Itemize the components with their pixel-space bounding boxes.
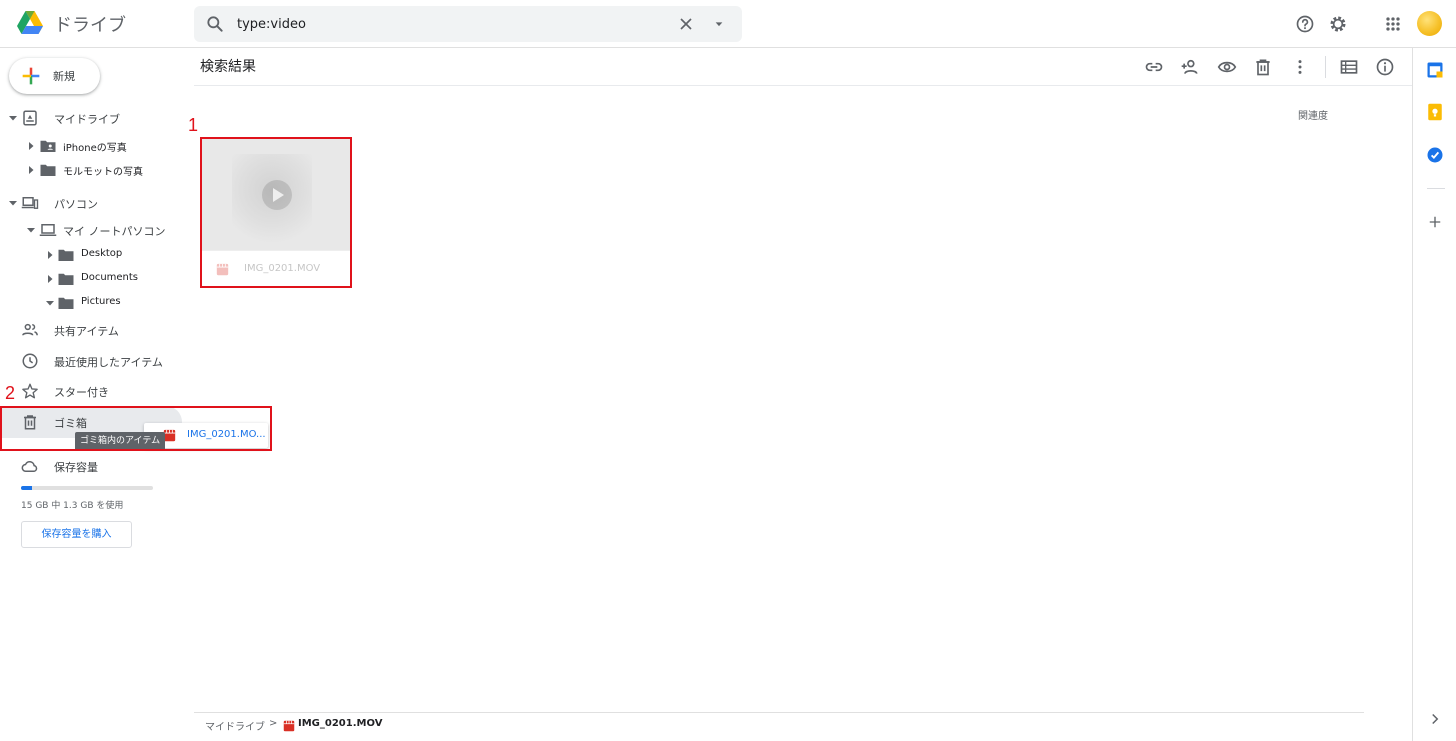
storage-usage-text: 15 GB 中 1.3 GB を使用	[21, 501, 124, 511]
account-avatar[interactable]	[1417, 11, 1442, 36]
sidebar-item-label: パソコン	[54, 198, 98, 211]
sidebar-item-label: 共有アイテム	[54, 325, 119, 338]
expand-arrow-icon[interactable]	[24, 139, 38, 153]
more-vert-icon[interactable]	[1290, 57, 1310, 77]
toolbar-divider-line	[194, 85, 1412, 86]
sidebar-item-starred[interactable]: スター付き	[0, 379, 194, 403]
sidebar-item-shared[interactable]: 共有アイテム	[0, 318, 194, 342]
link-icon[interactable]	[1144, 57, 1164, 77]
sidebar: 新規 マイドライブ iPhoneの写真 モルモットの写真 パソコン マイ ノート…	[0, 48, 268, 741]
sidebar-item-my-drive[interactable]: マイドライブ	[0, 106, 194, 130]
breadcrumb-root[interactable]: マイドライブ	[205, 718, 265, 733]
footer-divider	[194, 712, 1364, 713]
toolbar-divider	[1325, 56, 1326, 78]
sidebar-item-desktop[interactable]: Desktop	[0, 243, 194, 267]
sidebar-item-label: マイドライブ	[54, 113, 120, 126]
keep-icon[interactable]	[1426, 103, 1444, 121]
add-addon-icon[interactable]	[1426, 213, 1444, 231]
collapse-arrow-icon[interactable]	[6, 111, 20, 125]
eye-icon[interactable]	[1217, 57, 1237, 77]
side-panel-rail	[1412, 48, 1456, 741]
sidebar-item-label: iPhoneの写真	[63, 143, 127, 154]
collapse-arrow-icon[interactable]	[6, 196, 20, 210]
top-bar: ドライブ	[0, 0, 1456, 48]
laptop-icon	[39, 224, 57, 236]
annotation-number-2: 2	[5, 383, 16, 403]
expand-arrow-icon[interactable]	[43, 272, 57, 286]
annotation-number-1: 1	[188, 115, 199, 135]
breadcrumb-separator: >	[269, 718, 278, 729]
my-drive-icon	[23, 110, 37, 126]
sidebar-item-label: 保存容量	[54, 461, 98, 474]
apps-grid-icon[interactable]	[1383, 14, 1403, 34]
clear-search-icon[interactable]	[676, 14, 696, 34]
expand-arrow-icon[interactable]	[43, 248, 57, 262]
new-button[interactable]: 新規	[9, 58, 100, 94]
folder-icon	[58, 249, 74, 261]
computers-icon	[21, 197, 39, 209]
sidebar-item-iphone-photos[interactable]: iPhoneの写真	[0, 134, 194, 158]
page-title: 検索結果	[200, 59, 256, 75]
sidebar-item-label: Documents	[81, 272, 139, 283]
rail-divider	[1427, 188, 1445, 189]
collapse-arrow-icon[interactable]	[24, 223, 38, 237]
buy-storage-button[interactable]: 保存容量を購入	[21, 521, 132, 548]
add-person-icon[interactable]	[1180, 57, 1200, 77]
sidebar-item-recent[interactable]: 最近使用したアイテム	[0, 349, 194, 373]
search-input[interactable]	[237, 14, 657, 34]
plus-icon	[22, 67, 40, 85]
sidebar-item-storage[interactable]: 保存容量	[0, 454, 194, 478]
sort-label[interactable]: 関連度	[1298, 107, 1328, 122]
storage-progress-bar	[21, 486, 153, 490]
sidebar-item-label: Desktop	[81, 248, 123, 259]
star-icon	[22, 383, 38, 399]
sidebar-item-laptop[interactable]: マイ ノートパソコン	[0, 218, 194, 242]
drive-app: ドライブ type:video 新規 マイドライブ iPhoneの写真 モルモッ…	[0, 0, 1456, 741]
expand-arrow-icon[interactable]	[24, 163, 38, 177]
calendar-icon[interactable]	[1426, 61, 1444, 79]
gear-icon[interactable]	[1328, 14, 1348, 34]
list-view-icon[interactable]	[1339, 57, 1359, 77]
video-file-icon	[283, 720, 295, 732]
new-button-label: 新規	[53, 70, 75, 83]
annotation-box-trash	[0, 406, 272, 451]
sidebar-item-label: 最近使用したアイテム	[54, 356, 163, 369]
help-icon[interactable]	[1295, 14, 1315, 34]
sidebar-item-documents[interactable]: Documents	[0, 267, 194, 291]
cloud-icon	[21, 460, 38, 472]
search-bar[interactable]	[194, 6, 742, 42]
storage-progress-fill	[21, 486, 33, 490]
sidebar-item-label: モルモットの写真	[63, 167, 143, 178]
search-icon[interactable]	[205, 14, 225, 34]
drive-logo-icon[interactable]	[16, 9, 44, 37]
folder-icon	[58, 297, 74, 309]
people-icon	[22, 323, 38, 336]
tasks-icon[interactable]	[1426, 146, 1444, 164]
sidebar-item-guinea-pig-photos[interactable]: モルモットの写真	[0, 158, 194, 182]
folder-icon	[58, 273, 74, 285]
collapse-arrow-icon[interactable]	[43, 296, 57, 310]
app-title: ドライブ	[54, 15, 126, 36]
sidebar-item-computers[interactable]: パソコン	[0, 191, 194, 215]
sidebar-item-label: Pictures	[81, 296, 121, 307]
breadcrumb-file[interactable]: IMG_0201.MOV	[298, 718, 382, 729]
trash-icon[interactable]	[1253, 57, 1273, 77]
chevron-right-icon[interactable]	[1426, 710, 1444, 728]
annotation-box-file	[200, 137, 352, 288]
sidebar-item-label: マイ ノートパソコン	[63, 225, 166, 238]
sidebar-item-label: スター付き	[54, 386, 109, 399]
sidebar-item-pictures[interactable]: Pictures	[0, 291, 194, 315]
info-icon[interactable]	[1375, 57, 1395, 77]
search-options-icon[interactable]	[709, 14, 729, 34]
shared-folder-icon	[40, 140, 56, 152]
clock-icon	[22, 353, 38, 369]
folder-icon	[40, 164, 56, 176]
